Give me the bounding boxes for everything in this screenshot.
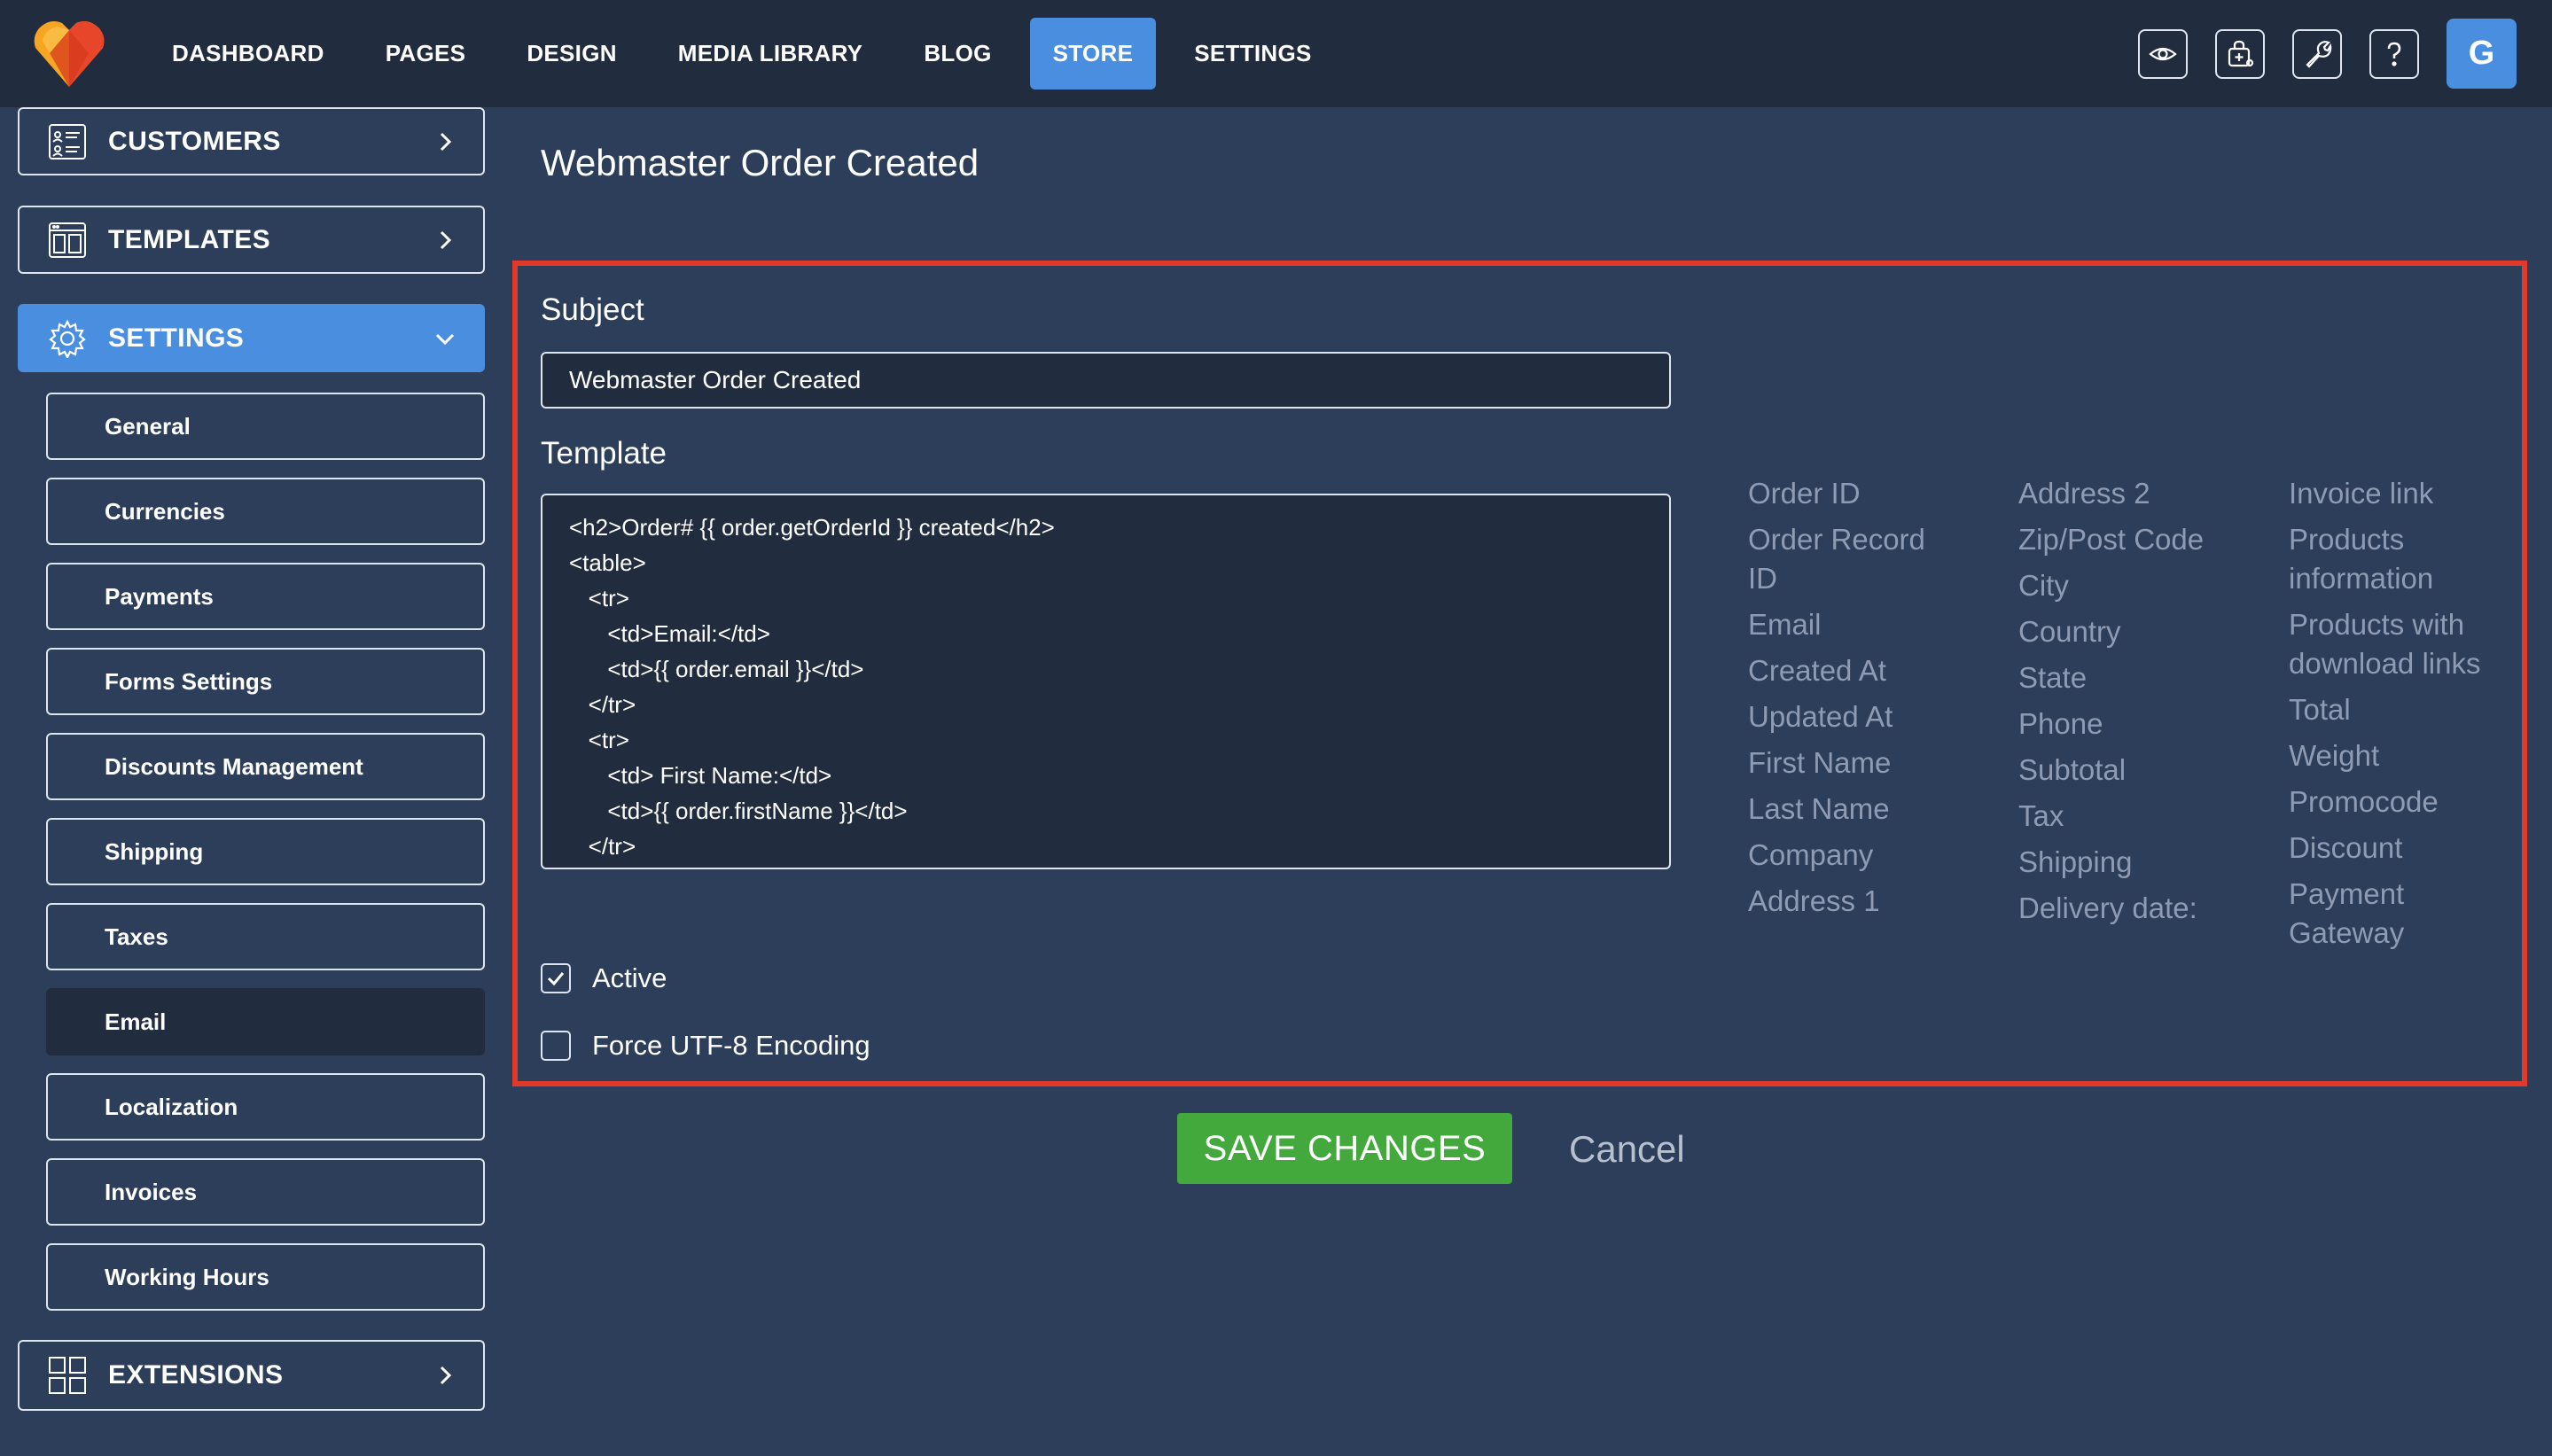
code-line: <tr> xyxy=(569,727,629,753)
template-editor[interactable]: <h2>Order# {{ order.getOrderId }} create… xyxy=(541,494,1671,869)
main-nav: DASHBOARD PAGES DESIGN MEDIA LIBRARY BLO… xyxy=(149,18,1350,90)
sidebar-item-shipping[interactable]: Shipping xyxy=(46,818,485,885)
code-line: </tr> xyxy=(569,833,636,860)
variables-column-3: Invoice link Products information Produc… xyxy=(2289,474,2510,960)
variable-promocode[interactable]: Promocode xyxy=(2289,783,2510,821)
user-avatar[interactable]: G xyxy=(2447,19,2517,89)
variable-last-name[interactable]: Last Name xyxy=(1748,790,1961,829)
code-line: <td> First Name:</td> xyxy=(569,762,832,789)
variable-created-at[interactable]: Created At xyxy=(1748,651,1961,690)
code-line: </tr> xyxy=(569,691,636,718)
page-title: Webmaster Order Created xyxy=(541,142,979,183)
variables-column-2: Address 2 Zip/Post Code City Country Sta… xyxy=(2018,474,2249,935)
variable-state[interactable]: State xyxy=(2018,658,2249,697)
checkmark-icon xyxy=(547,972,565,986)
variable-subtotal[interactable]: Subtotal xyxy=(2018,751,2249,790)
sidebar-templates-label: TEMPLATES xyxy=(108,224,271,254)
toolbar: G xyxy=(2138,19,2517,89)
code-line: <table> xyxy=(569,549,646,576)
active-label: Active xyxy=(592,962,667,993)
sidebar-customers[interactable]: CUSTOMERS xyxy=(18,107,485,175)
sidebar-item-forms-settings[interactable]: Forms Settings xyxy=(46,648,485,715)
variable-zip-post-code[interactable]: Zip/Post Code xyxy=(2018,520,2249,559)
save-changes-button[interactable]: SAVE CHANGES xyxy=(1177,1113,1512,1184)
extensions-icon xyxy=(49,1357,86,1394)
sidebar-extensions-label: EXTENSIONS xyxy=(108,1360,284,1390)
variable-order-record-id[interactable]: Order Record ID xyxy=(1748,520,1961,598)
variables-column-1: Order ID Order Record ID Email Created A… xyxy=(1748,474,1961,928)
code-line: <td>Email:</td> xyxy=(569,620,770,647)
sidebar-item-taxes[interactable]: Taxes xyxy=(46,903,485,970)
variable-payment-gateway[interactable]: Payment Gateway xyxy=(2289,875,2510,953)
nav-settings[interactable]: SETTINGS xyxy=(1171,18,1334,90)
eye-icon[interactable] xyxy=(2138,28,2188,79)
customers-icon xyxy=(49,123,86,160)
variable-city[interactable]: City xyxy=(2018,566,2249,605)
chevron-right-icon xyxy=(440,1366,452,1385)
wrench-icon[interactable] xyxy=(2292,28,2342,79)
cancel-button[interactable]: Cancel xyxy=(1569,1118,1685,1180)
variable-delivery-date[interactable]: Delivery date: xyxy=(2018,889,2249,928)
sidebar-templates[interactable]: TEMPLATES xyxy=(18,206,485,274)
variable-country[interactable]: Country xyxy=(2018,612,2249,651)
variable-updated-at[interactable]: Updated At xyxy=(1748,697,1961,736)
sidebar-item-general[interactable]: General xyxy=(46,393,485,460)
variable-total[interactable]: Total xyxy=(2289,690,2510,729)
variable-address-2[interactable]: Address 2 xyxy=(2018,474,2249,513)
variable-phone[interactable]: Phone xyxy=(2018,705,2249,744)
variable-first-name[interactable]: First Name xyxy=(1748,744,1961,783)
variable-discount[interactable]: Discount xyxy=(2289,829,2510,868)
sidebar-item-currencies[interactable]: Currencies xyxy=(46,478,485,545)
subject-input[interactable] xyxy=(541,352,1671,409)
variable-tax[interactable]: Tax xyxy=(2018,797,2249,836)
variable-email[interactable]: Email xyxy=(1748,605,1961,644)
chevron-right-icon xyxy=(440,132,452,151)
sidebar-settings-label: SETTINGS xyxy=(108,323,245,353)
variable-order-id[interactable]: Order ID xyxy=(1748,474,1961,513)
sidebar-item-discounts-management[interactable]: Discounts Management xyxy=(46,733,485,800)
nav-pages[interactable]: PAGES xyxy=(363,18,489,90)
sidebar-extensions[interactable]: EXTENSIONS xyxy=(18,1340,485,1411)
code-line: <h2>Order# {{ order.getOrderId }} create… xyxy=(569,514,1055,541)
nav-blog[interactable]: BLOG xyxy=(901,18,1014,90)
utf8-toggle[interactable]: Force UTF-8 Encoding xyxy=(541,1030,870,1062)
sidebar-item-payments[interactable]: Payments xyxy=(46,563,485,630)
nav-media-library[interactable]: MEDIA LIBRARY xyxy=(655,18,886,90)
sidebar-settings[interactable]: SETTINGS xyxy=(18,304,485,372)
variable-weight[interactable]: Weight xyxy=(2289,736,2510,775)
code-line: <td>{{ order.firstName }}</td> xyxy=(569,798,908,824)
template-label: Template xyxy=(541,436,667,471)
nav-store[interactable]: STORE xyxy=(1029,18,1157,90)
templates-icon xyxy=(49,222,86,258)
question-icon[interactable] xyxy=(2369,28,2419,79)
variable-shipping[interactable]: Shipping xyxy=(2018,843,2249,882)
nav-design[interactable]: DESIGN xyxy=(503,18,639,90)
chevron-down-icon xyxy=(435,333,455,345)
code-line: <td>{{ order.email }}</td> xyxy=(569,656,864,682)
variable-invoice-link[interactable]: Invoice link xyxy=(2289,474,2510,513)
variable-company[interactable]: Company xyxy=(1748,836,1961,875)
sidebar-item-localization[interactable]: Localization xyxy=(46,1073,485,1141)
active-checkbox[interactable] xyxy=(541,963,571,993)
code-line: <tr> xyxy=(569,585,629,611)
top-bar: DASHBOARD PAGES DESIGN MEDIA LIBRARY BLO… xyxy=(0,0,2552,107)
sidebar-customers-label: CUSTOMERS xyxy=(108,126,281,156)
utf8-checkbox[interactable] xyxy=(541,1031,571,1061)
logo-heart-icon[interactable] xyxy=(32,18,106,89)
chevron-right-icon xyxy=(440,230,452,249)
variable-products-information[interactable]: Products information xyxy=(2289,520,2510,598)
sidebar-item-working-hours[interactable]: Working Hours xyxy=(46,1243,485,1311)
variable-products-download-links[interactable]: Products with download links xyxy=(2289,605,2510,683)
utf8-label: Force UTF-8 Encoding xyxy=(592,1030,870,1061)
active-toggle[interactable]: Active xyxy=(541,962,667,994)
nav-dashboard[interactable]: DASHBOARD xyxy=(149,18,347,90)
sidebar-item-email[interactable]: Email xyxy=(46,988,485,1055)
bag-plus-icon[interactable] xyxy=(2215,28,2265,79)
sidebar-item-invoices[interactable]: Invoices xyxy=(46,1158,485,1226)
variable-address-1[interactable]: Address 1 xyxy=(1748,882,1961,921)
subject-label: Subject xyxy=(541,292,644,327)
gear-icon xyxy=(49,319,86,358)
